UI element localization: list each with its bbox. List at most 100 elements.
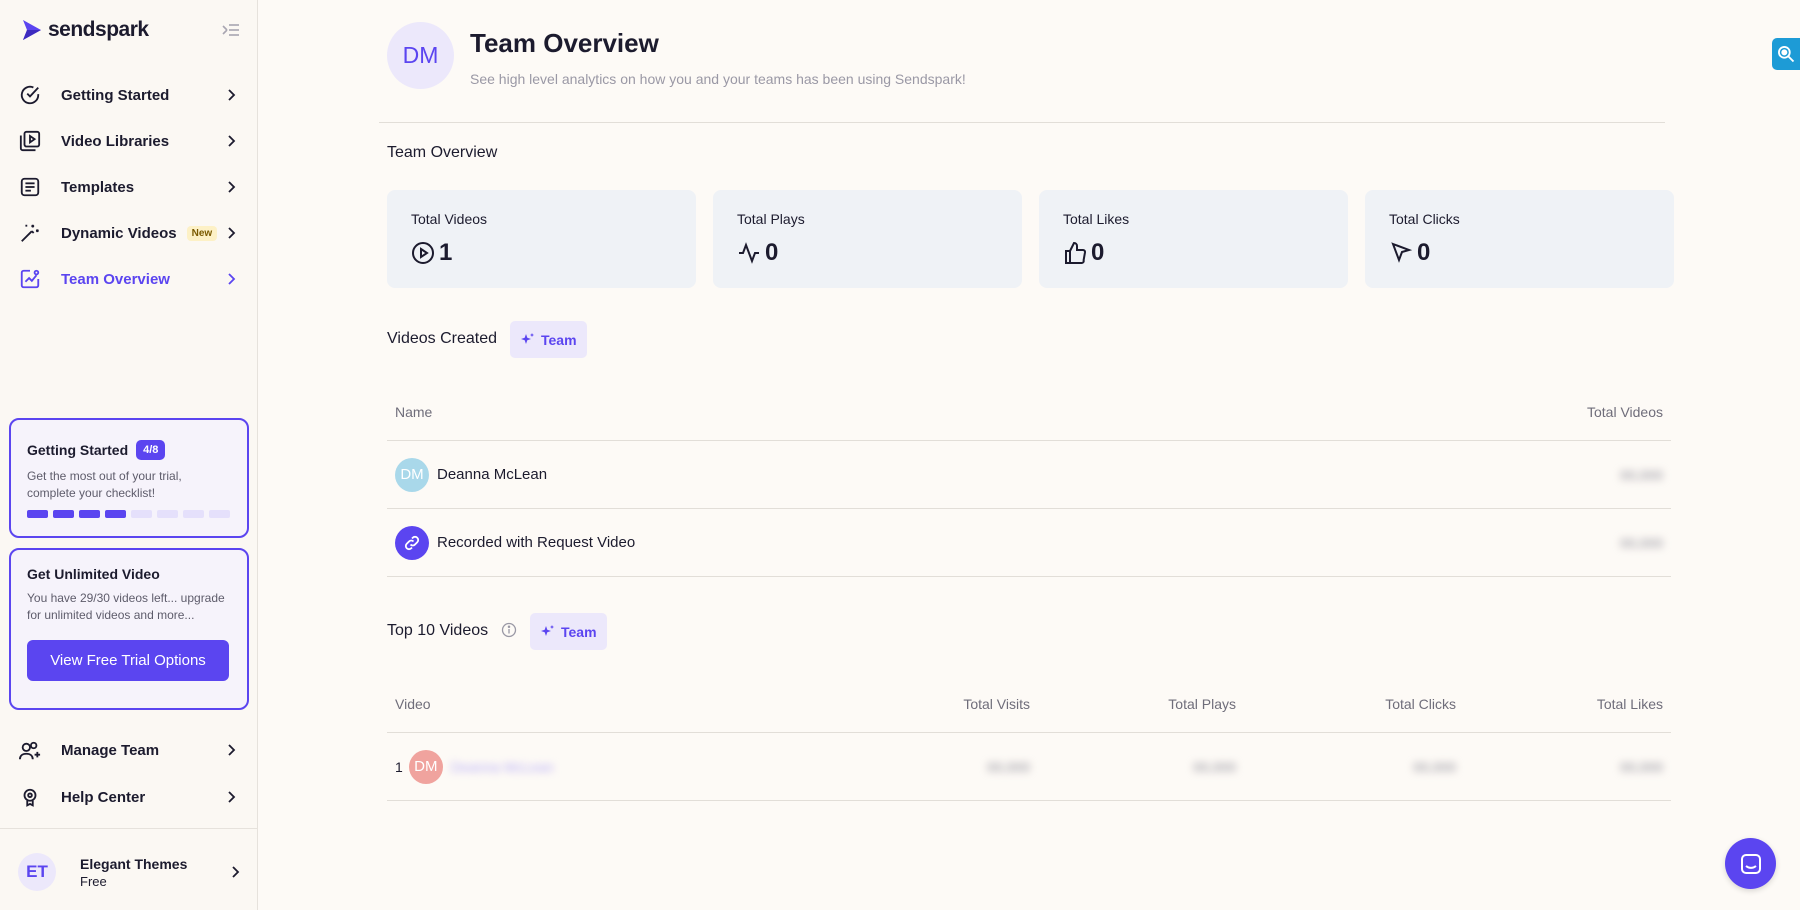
- activity-icon: [737, 241, 761, 265]
- stat-card-total-videos: Total Videos 1: [387, 190, 696, 288]
- sidebar-item-dynamic-videos[interactable]: Dynamic Videos New: [0, 210, 258, 256]
- sidebar-nav: Getting Started Video Libraries Template…: [0, 72, 258, 302]
- getting-started-card-title: Getting Started 4/8: [27, 440, 231, 460]
- sidebar-item-manage-team[interactable]: Manage Team: [0, 727, 258, 774]
- page-title: Team Overview: [470, 28, 659, 59]
- row-total-clicks: 00,000: [1413, 759, 1456, 775]
- row-value: 00,000: [1620, 535, 1671, 551]
- template-icon: [18, 175, 42, 199]
- videos-created-table: Name Total Videos DM Deanna McLean 00,00…: [387, 384, 1671, 577]
- sparkle-icon: [520, 332, 536, 348]
- magic-wand-icon: [18, 221, 42, 245]
- main-content: DM Team Overview See high level analytic…: [258, 0, 1800, 910]
- table-header: Video Total Visits Total Plays Total Cli…: [387, 676, 1671, 733]
- row-rank: 1: [395, 759, 403, 775]
- chat-button[interactable]: [1725, 838, 1776, 889]
- table-row[interactable]: 1 DM Deanna McLean 00,000 00,000 00,000 …: [387, 733, 1671, 801]
- stat-label: Total Plays: [737, 211, 998, 227]
- table-row[interactable]: DM Deanna McLean 00,000: [387, 441, 1671, 509]
- chat-icon: [1739, 852, 1763, 876]
- overview-section-title: Team Overview: [387, 144, 497, 162]
- account-name: Elegant Themes: [80, 856, 187, 872]
- info-icon[interactable]: [501, 622, 517, 638]
- sendspark-logo-icon: [22, 19, 42, 41]
- sparkle-icon: [540, 624, 556, 640]
- account-info: Elegant Themes Free: [80, 856, 187, 889]
- row-name: Recorded with Request Video: [437, 534, 635, 551]
- sidebar-item-templates[interactable]: Templates: [0, 164, 258, 210]
- getting-started-card-text: Get the most out of your trial, complete…: [27, 468, 231, 502]
- top-videos-title-text: Top 10 Videos: [387, 622, 488, 639]
- progress-segment: [105, 510, 126, 518]
- chevron-right-icon: [226, 180, 236, 194]
- getting-started-card[interactable]: Getting Started 4/8 Get the most out of …: [9, 418, 249, 538]
- help-center-icon: [18, 786, 42, 810]
- sidebar-item-team-overview[interactable]: Team Overview: [0, 256, 258, 302]
- row-avatar: DM: [395, 458, 429, 492]
- logo-text: sendspark: [48, 18, 149, 42]
- new-badge: New: [187, 226, 218, 241]
- progress-segment: [53, 510, 74, 518]
- sidebar-item-help-center[interactable]: Help Center: [0, 774, 258, 821]
- chevron-right-icon: [226, 88, 236, 102]
- column-header-total-visits: Total Visits: [963, 696, 1030, 712]
- chevron-right-icon: [226, 790, 236, 804]
- table-row[interactable]: Recorded with Request Video 00,000: [387, 509, 1671, 577]
- account-menu[interactable]: ET Elegant Themes Free: [18, 852, 244, 892]
- card-title-text: Getting Started: [27, 442, 128, 458]
- sidebar-item-video-libraries[interactable]: Video Libraries: [0, 118, 258, 164]
- row-total-visits: 00,000: [987, 759, 1030, 775]
- check-circle-icon: [18, 83, 42, 107]
- top-videos-table: Video Total Visits Total Plays Total Cli…: [387, 676, 1671, 801]
- cursor-icon: [1389, 241, 1413, 265]
- row-total-likes: 00,000: [1620, 759, 1663, 775]
- row-video-name[interactable]: Deanna McLean: [451, 759, 554, 775]
- stat-label: Total Clicks: [1389, 211, 1650, 227]
- chevron-right-icon: [226, 226, 236, 240]
- row-name: Deanna McLean: [437, 466, 547, 483]
- chevron-right-icon: [226, 743, 236, 757]
- logo[interactable]: sendspark: [22, 18, 149, 42]
- view-free-trial-options-button[interactable]: View Free Trial Options: [27, 640, 229, 681]
- zoom-widget-tab[interactable]: [1772, 38, 1800, 70]
- progress-segment: [27, 510, 48, 518]
- stat-value: 1: [439, 239, 452, 267]
- column-header-video: Video: [387, 696, 431, 712]
- thumbs-up-icon: [1063, 241, 1087, 265]
- collapse-sidebar-icon[interactable]: [219, 21, 241, 39]
- stat-card-total-clicks: Total Clicks 0: [1365, 190, 1674, 288]
- table-header: Name Total Videos: [387, 384, 1671, 441]
- header-avatar: DM: [387, 22, 454, 89]
- sidebar-item-label: Getting Started: [61, 87, 169, 104]
- sidebar-item-label: Templates: [61, 179, 134, 196]
- chevron-right-icon: [226, 134, 236, 148]
- play-circle-icon: [411, 241, 435, 265]
- stat-value: 0: [765, 239, 778, 267]
- top-videos-team-chip[interactable]: Team: [530, 613, 607, 650]
- row-avatar: DM: [409, 750, 443, 784]
- top-videos-title: Top 10 Videos: [387, 622, 517, 640]
- sidebar-item-label: Team Overview: [61, 271, 170, 288]
- videos-created-team-chip[interactable]: Team: [510, 321, 587, 358]
- sidebar-bottom-nav: Manage Team Help Center: [0, 727, 258, 821]
- sidebar-item-label: Manage Team: [61, 742, 159, 759]
- stat-value: 0: [1091, 239, 1104, 267]
- sidebar-item-label: Help Center: [61, 789, 145, 806]
- video-library-icon: [18, 129, 42, 153]
- column-header-total-plays: Total Plays: [1168, 696, 1236, 712]
- account-avatar: ET: [18, 853, 56, 891]
- page-subtitle: See high level analytics on how you and …: [470, 71, 966, 87]
- sidebar-item-getting-started[interactable]: Getting Started: [0, 72, 258, 118]
- sidebar-divider: [0, 828, 258, 829]
- account-plan: Free: [80, 874, 187, 889]
- progress-segment: [79, 510, 100, 518]
- column-header-name: Name: [387, 404, 432, 420]
- sidebar-item-label: Video Libraries: [61, 133, 169, 150]
- checklist-progress-bar: [27, 510, 231, 518]
- stat-label: Total Videos: [411, 211, 672, 227]
- unlimited-video-card-title: Get Unlimited Video: [27, 566, 231, 582]
- progress-segment: [209, 510, 230, 518]
- stats-row: Total Videos 1 Total Plays 0 Total Likes…: [387, 190, 1674, 288]
- progress-segment: [157, 510, 178, 518]
- progress-segment: [131, 510, 152, 518]
